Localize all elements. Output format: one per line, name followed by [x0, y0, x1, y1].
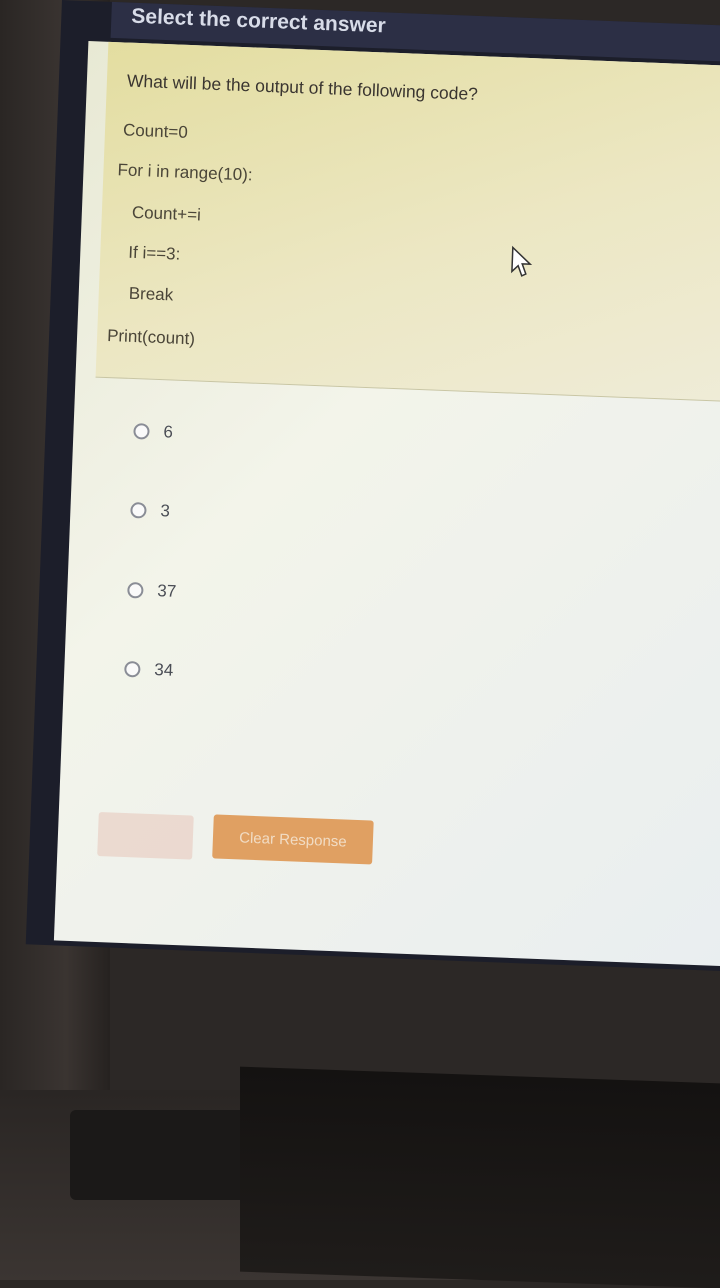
- page-title: Select the correct answer: [130, 4, 387, 38]
- question-box: What will be the output of the following…: [95, 41, 720, 403]
- answer-option[interactable]: 3: [130, 500, 170, 522]
- option-label: 3: [160, 501, 171, 521]
- question-panel: What will be the output of the following…: [53, 41, 720, 967]
- code-line: Break: [128, 283, 174, 305]
- radio-unchecked-icon[interactable]: [133, 423, 150, 440]
- radio-unchecked-icon[interactable]: [124, 660, 141, 678]
- radio-unchecked-icon[interactable]: [130, 502, 147, 519]
- clear-response-button[interactable]: Clear Response: [212, 814, 374, 865]
- option-label: 6: [163, 422, 174, 442]
- option-label: 37: [157, 581, 177, 601]
- code-line: Print(count): [106, 325, 196, 349]
- screen: Select the correct answer What will be t…: [25, 0, 720, 972]
- answer-option[interactable]: 37: [127, 580, 177, 602]
- option-label: 34: [154, 660, 174, 680]
- code-line: Count=0: [122, 120, 189, 142]
- monitor-foot: [70, 1110, 250, 1200]
- radio-unchecked-icon[interactable]: [127, 581, 144, 599]
- question-prompt: What will be the output of the following…: [126, 70, 479, 105]
- answer-option[interactable]: 34: [124, 659, 174, 681]
- answer-option[interactable]: 6: [133, 421, 173, 443]
- code-line: Count+=i: [131, 202, 202, 225]
- previous-button[interactable]: [97, 812, 194, 860]
- code-line: For i in range(10):: [117, 160, 253, 185]
- mouse-pointer-icon: [511, 245, 533, 277]
- monitor-stand: [240, 1066, 720, 1288]
- code-line: If i==3:: [128, 242, 181, 264]
